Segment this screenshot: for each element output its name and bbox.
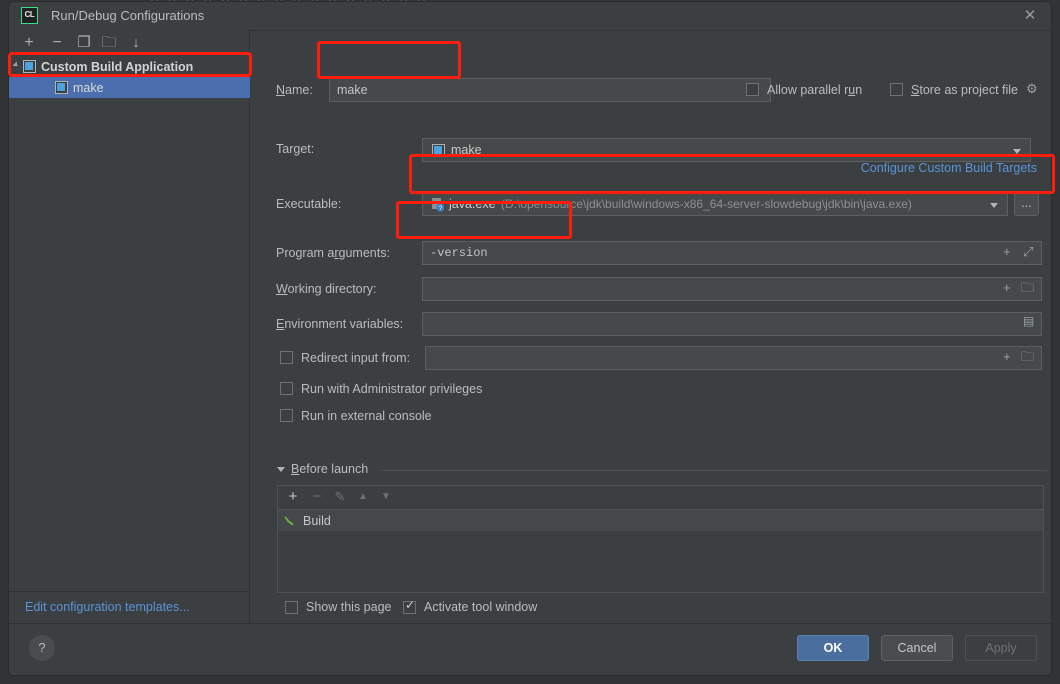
- redirect-input-label[interactable]: Redirect input from:: [301, 351, 410, 365]
- screenshot-root: Y Y Y Y Y Y Y Y Y Y Y Y Y Y Y Y CL Run/D…: [0, 0, 1060, 684]
- dialog-body: + − ❐ 🗀 ↓ Custom Build Application make: [9, 30, 1051, 625]
- before-launch-panel: + − ✎ ▲ ▼ Build: [277, 485, 1044, 593]
- add-task-button[interactable]: +: [284, 489, 302, 506]
- hammer-icon: [284, 514, 297, 527]
- dialog-footer: ? OK Cancel Apply: [9, 623, 1051, 675]
- environment-variables-input[interactable]: [422, 312, 1042, 336]
- working-directory-label: Working directory:: [276, 282, 377, 296]
- target-label: Target:: [276, 142, 315, 156]
- executable-combobox[interactable]: ? java.exe (D:\opensource\jdk\build\wind…: [422, 192, 1008, 216]
- before-launch-title: Before launch: [291, 462, 369, 476]
- sidebar-footer: Edit configuration templates...: [9, 591, 250, 625]
- copy-configuration-button[interactable]: ❐: [74, 34, 94, 52]
- edit-configuration-templates-link[interactable]: Edit configuration templates...: [25, 600, 190, 614]
- remove-configuration-button[interactable]: −: [47, 34, 67, 52]
- add-configuration-button[interactable]: +: [19, 34, 39, 52]
- task-label: Build: [303, 513, 331, 528]
- gear-icon[interactable]: ⚙: [1026, 81, 1038, 97]
- dialog-titlebar: CL Run/Debug Configurations ✕: [9, 2, 1051, 31]
- allow-parallel-run-checkbox[interactable]: [746, 83, 759, 96]
- help-icon[interactable]: ?: [29, 635, 55, 661]
- store-as-project-file-checkbox[interactable]: [890, 83, 903, 96]
- chevron-down-icon[interactable]: [990, 203, 998, 208]
- insert-macro-icon[interactable]: +: [1003, 349, 1011, 364]
- ok-button[interactable]: OK: [797, 635, 869, 661]
- run-as-administrator-label[interactable]: Run with Administrator privileges: [301, 382, 482, 396]
- expand-editor-icon[interactable]: ⤢: [1023, 244, 1033, 260]
- folder-icon[interactable]: 🗀: [1021, 279, 1034, 301]
- before-launch-divider: [381, 470, 1047, 471]
- chevron-down-icon[interactable]: [277, 467, 285, 472]
- program-arguments-label: Program arguments:: [276, 246, 390, 260]
- edit-variables-icon[interactable]: ▤: [1023, 314, 1034, 328]
- configurations-tree: Custom Build Application make: [9, 56, 250, 98]
- executable-path: (D:\opensource\jdk\build\windows-x86_64-…: [501, 197, 912, 211]
- clion-logo-icon: CL: [21, 7, 38, 24]
- target-icon: [432, 144, 445, 157]
- activate-tool-window-checkbox[interactable]: [403, 598, 416, 614]
- name-input[interactable]: make: [329, 78, 771, 102]
- activate-tool-window-label[interactable]: Activate tool window: [424, 600, 537, 614]
- insert-macro-icon[interactable]: +: [1003, 280, 1011, 295]
- edit-task-button: ✎: [334, 489, 346, 504]
- configure-custom-build-targets-link[interactable]: Configure Custom Build Targets: [861, 161, 1037, 175]
- run-in-external-console-checkbox[interactable]: [280, 409, 293, 422]
- run-in-external-console-label[interactable]: Run in external console: [301, 409, 432, 423]
- sidebar-item-label: make: [73, 80, 104, 95]
- sidebar-item-custom-build-application[interactable]: Custom Build Application: [9, 56, 250, 77]
- working-directory-input[interactable]: [422, 277, 1042, 301]
- insert-macro-icon[interactable]: +: [1003, 244, 1011, 259]
- run-as-administrator-checkbox[interactable]: [280, 382, 293, 395]
- program-arguments-input[interactable]: -version: [422, 241, 1042, 265]
- dialog-title: Run/Debug Configurations: [51, 8, 205, 23]
- before-launch-task-row[interactable]: Build: [278, 510, 1043, 531]
- target-value: make: [451, 143, 482, 157]
- show-this-page-checkbox[interactable]: [285, 601, 298, 614]
- redirect-input-field[interactable]: [425, 346, 1042, 370]
- java-executable-icon: ?: [431, 197, 445, 212]
- sort-configurations-button[interactable]: ↓: [126, 34, 146, 52]
- configuration-icon: [55, 81, 68, 94]
- executable-browse-button[interactable]: ...: [1014, 192, 1039, 216]
- apply-button: Apply: [965, 635, 1037, 661]
- sidebar-toolbar: + − ❐ 🗀 ↓: [9, 30, 250, 56]
- before-launch-header: Before launch: [277, 462, 1047, 478]
- cancel-button[interactable]: Cancel: [881, 635, 953, 661]
- move-task-down-button: ▼: [381, 491, 391, 502]
- move-task-up-button: ▲: [358, 491, 368, 502]
- show-this-page-label[interactable]: Show this page: [306, 600, 391, 614]
- target-combobox[interactable]: make: [422, 138, 1031, 162]
- redirect-input-checkbox[interactable]: [280, 351, 293, 364]
- chevron-down-icon[interactable]: [12, 61, 20, 69]
- name-label: Name:: [276, 83, 313, 97]
- remove-task-button: −: [312, 488, 322, 505]
- allow-parallel-run-label[interactable]: Allow parallel run: [767, 83, 862, 97]
- close-icon[interactable]: ✕: [1019, 6, 1041, 26]
- sidebar-item-label: Custom Build Application: [41, 59, 194, 74]
- folder-icon[interactable]: 🗀: [1021, 348, 1034, 370]
- save-configuration-button[interactable]: 🗀: [99, 34, 119, 52]
- sidebar-item-make[interactable]: make: [9, 77, 250, 98]
- store-as-project-file-label[interactable]: Store as project file: [911, 83, 1018, 97]
- configurations-sidebar: + − ❐ 🗀 ↓ Custom Build Application make: [9, 30, 250, 625]
- executable-label: Executable:: [276, 197, 342, 211]
- chevron-down-icon[interactable]: [1013, 149, 1021, 154]
- configuration-type-icon: [23, 60, 36, 73]
- environment-variables-label: Environment variables:: [276, 317, 404, 331]
- before-launch-toolbar: + − ✎ ▲ ▼: [278, 486, 1043, 510]
- executable-name: java.exe: [449, 197, 496, 211]
- run-debug-configurations-dialog: CL Run/Debug Configurations ✕ + − ❐ 🗀 ↓: [8, 1, 1052, 676]
